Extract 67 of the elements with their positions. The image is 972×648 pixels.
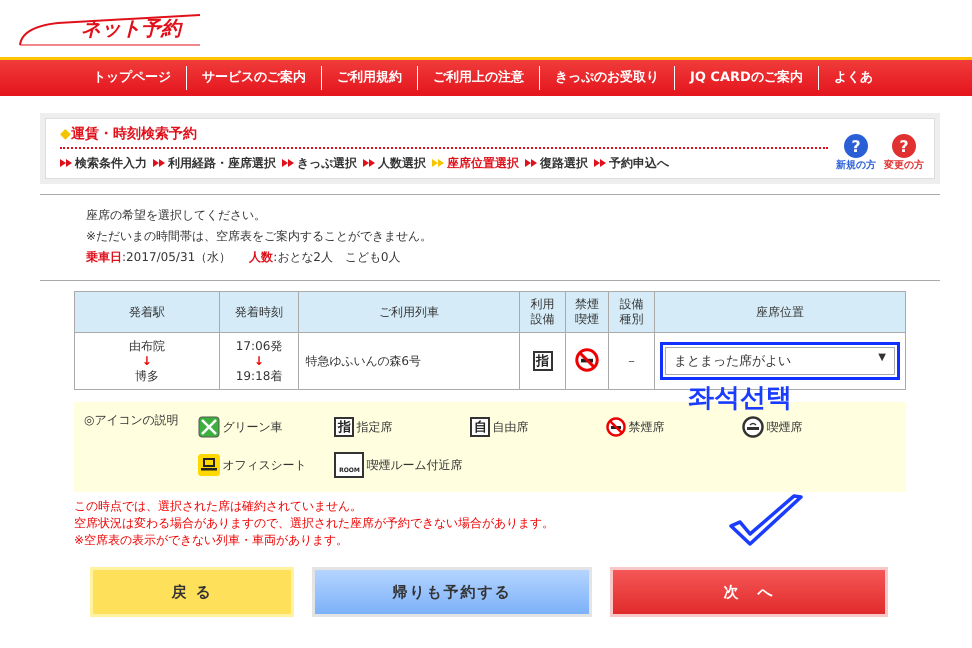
- back-button[interactable]: 戻 る: [90, 567, 294, 617]
- checkmark-icon: [728, 494, 804, 548]
- nav-link[interactable]: きっぷのお受取り: [539, 66, 674, 90]
- seat-position-select[interactable]: まとまった席がよい ▼: [660, 342, 900, 380]
- help-link[interactable]: ? 変更の方: [884, 134, 924, 172]
- legend-label: 喫煙席: [766, 418, 802, 436]
- laptop-icon: [198, 454, 220, 476]
- summary-label: 乗車日: [86, 250, 122, 264]
- next-button[interactable]: 次 へ: [610, 567, 888, 617]
- warning-text: 空席状況は変わる場合がありますので、選択された座席が予約できない場合があります。: [74, 515, 555, 532]
- column-header: ご利用列車: [298, 292, 520, 332]
- nav-link[interactable]: トップページ: [78, 66, 186, 90]
- step-label: 座席位置選択: [447, 156, 519, 170]
- column-header: 発着駅: [74, 292, 220, 332]
- warning-text: ※空席表の表示ができない列車・車両があります。: [74, 532, 350, 549]
- panel-title: ◆運賃・時刻検索予約: [60, 125, 198, 143]
- help-link[interactable]: ? 新規の方: [836, 134, 876, 172]
- return-trip-button[interactable]: 帰りも予約する: [312, 567, 592, 617]
- instruction-text: 座席の希望を選択してください。: [86, 207, 267, 224]
- legend-label: 自由席: [492, 418, 528, 436]
- column-header: 禁煙喫煙: [566, 292, 608, 332]
- double-arrow-icon: [525, 159, 537, 167]
- station-cell: 由布院 ↓ 博多: [74, 332, 220, 390]
- type-cell: －: [608, 332, 655, 390]
- step-label: きっぷ選択: [297, 156, 357, 170]
- train-cell: 特急ゆふいんの森6号: [298, 332, 520, 390]
- column-header: 設備種別: [608, 292, 655, 332]
- column-header: 座席位置: [654, 292, 906, 332]
- summary-label: 人数: [249, 250, 274, 264]
- nav-link[interactable]: サービスのご案内: [186, 66, 321, 90]
- nav-link[interactable]: ご利用上の注意: [417, 66, 539, 90]
- seat-type-icon: 指: [334, 417, 354, 437]
- crossed-square-icon: [198, 416, 220, 438]
- nav-link[interactable]: ご利用規約: [321, 66, 417, 90]
- no-smoking-icon: [575, 348, 600, 372]
- nav-link[interactable]: よくあ: [818, 66, 888, 90]
- legend-label: オフィスシート: [222, 456, 306, 474]
- legend-label: 喫煙ルーム付近席: [366, 456, 462, 474]
- nav-link[interactable]: JQ CARDのご案内: [674, 66, 818, 90]
- double-arrow-icon: [60, 159, 72, 167]
- double-arrow-icon: [363, 159, 375, 167]
- summary-value: :おとな2人 こども0人: [273, 250, 401, 264]
- double-arrow-icon: [432, 159, 444, 167]
- legend-label: 指定席: [356, 418, 392, 436]
- no-smoking-icon: [606, 417, 626, 437]
- step-label: 予約申込へ: [609, 156, 669, 170]
- warning-text: この時点では、選択された席は確約されていません。: [74, 498, 363, 515]
- legend-label: 禁煙席: [628, 418, 664, 436]
- double-arrow-icon: [594, 159, 606, 167]
- logo-text: ネット予約: [81, 15, 181, 42]
- seat-type-icon: 自: [470, 417, 490, 437]
- double-arrow-icon: [282, 159, 294, 167]
- time-cell: 17:06発 ↓ 19:18着: [219, 332, 299, 390]
- legend-label: グリーン車: [222, 418, 282, 436]
- step-label: 検索条件入力: [75, 156, 147, 170]
- summary-value: :2017/05/31（水）: [122, 250, 232, 264]
- column-header: 発着時刻: [219, 292, 299, 332]
- annotation-text: 좌석선택: [688, 382, 792, 415]
- double-arrow-icon: [153, 159, 165, 167]
- step-label: 人数選択: [378, 156, 426, 170]
- legend-title: ◎アイコンの説明: [84, 412, 178, 429]
- step-label: 復路選択: [540, 156, 588, 170]
- step-label: 利用経路・座席選択: [168, 156, 276, 170]
- column-header: 利用設備: [519, 292, 566, 332]
- reserved-seat-icon: 指: [532, 351, 553, 371]
- instruction-text: ※ただいまの時間帯は、空席表をご案内することができません。: [86, 228, 434, 245]
- smoking-icon: [742, 416, 764, 438]
